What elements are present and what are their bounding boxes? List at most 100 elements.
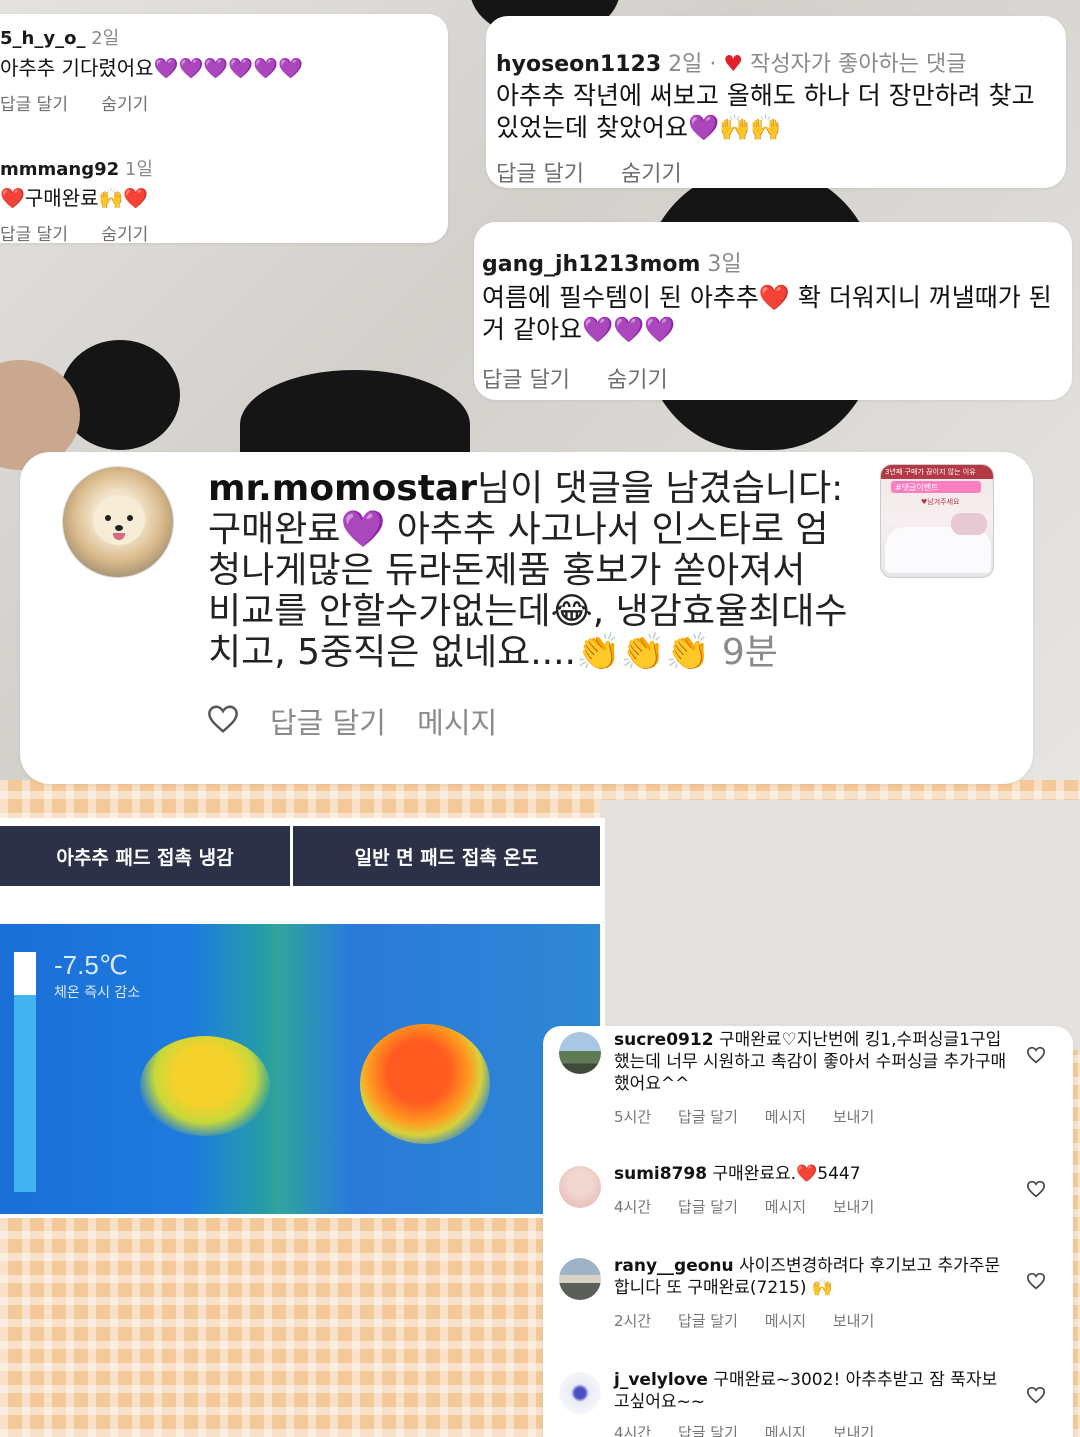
reply-button[interactable]: 답글 달기: [482, 368, 570, 393]
comment-username[interactable]: sumi8798: [614, 1164, 707, 1184]
liked-by-author-label: 작성자가 좋아하는 댓글: [750, 52, 967, 77]
comment-meta: 5시간 답글 달기 메시지 보내기: [614, 1106, 896, 1127]
comment-actions: 답글 달기 숨기기: [0, 90, 176, 115]
comment-username[interactable]: sucre0912: [614, 1030, 714, 1050]
comment-actions: 답글 달기 숨기기: [0, 220, 176, 245]
comment-username[interactable]: rany__geonu: [614, 1256, 734, 1276]
comment-time: 3일: [707, 252, 742, 277]
avatar[interactable]: [559, 1032, 601, 1074]
comment-time: 2일: [91, 28, 120, 49]
post-thumbnail[interactable]: 3년째 구매가 끊이지 않는 이유 #댓글이벤트 ♥남겨주세요: [880, 464, 994, 578]
dog-eye: [105, 515, 111, 521]
comment-username[interactable]: hyoseon1123: [496, 52, 661, 77]
separator-dot: ·: [709, 52, 717, 77]
notification-time: 9분: [721, 632, 778, 673]
thumb-caption: ♥남겨주세요: [921, 498, 960, 506]
avatar[interactable]: [559, 1258, 601, 1300]
like-heart-icon[interactable]: [1026, 1180, 1046, 1198]
comment-header: gang_jh1213mom 3일: [482, 246, 1052, 278]
temperature-caption: 체온 즉시 감소: [54, 985, 141, 1001]
thumb-pillow: [951, 513, 987, 535]
notification-text: mr.momostar님이 댓글을 남겼습니다: 구매완료💜 아추추 사고나서 …: [208, 468, 848, 673]
hide-button[interactable]: 숨기기: [621, 162, 682, 187]
comment-text: rany__geonu 사이즈변경하려다 후기보고 추가주문합니다 또 구매완료…: [614, 1255, 1009, 1299]
dog-nose: [115, 525, 123, 531]
like-heart-icon[interactable]: [1026, 1046, 1046, 1064]
send-button[interactable]: 보내기: [833, 1312, 874, 1330]
comment-list: sucre0912 구매완료♡지난번에 킹1,수퍼싱글1구입했는데 너무 시원하…: [543, 1026, 1073, 1437]
temperature-value: -7.5℃: [54, 950, 129, 980]
left-header: 아추추 패드 접촉 냉감: [0, 826, 290, 886]
reply-button[interactable]: 답글 달기: [496, 162, 584, 187]
reply-button[interactable]: 답글 달기: [678, 1312, 738, 1330]
reply-button[interactable]: 답글 달기: [0, 225, 68, 245]
comment-username[interactable]: 5_h_y_o_: [0, 28, 85, 49]
reply-button[interactable]: 답글 달기: [678, 1198, 738, 1216]
comment-text: 아추추 기다렸어요💜💜💜💜💜💜: [0, 56, 303, 80]
thermal-comparison-panel: 아추추 패드 접촉 냉감 일반 면 패드 접촉 온도 -7.5℃ 체온 즉시 감…: [0, 818, 605, 1218]
hide-button[interactable]: 숨기기: [101, 225, 148, 245]
comments-card-left: 5_h_y_o_ 2일 아추추 기다렸어요💜💜💜💜💜💜 답글 달기 숨기기 mm…: [0, 14, 448, 245]
comment-meta: 4시간 답글 달기 메시지 보내기: [614, 1196, 896, 1217]
like-heart-icon[interactable]: [1026, 1272, 1046, 1290]
comment-card-hyoseon: hyoseon1123 2일 · ♥ 작성자가 좋아하는 댓글 아추추 작년에 …: [486, 16, 1066, 188]
avatar[interactable]: [62, 466, 174, 578]
panda-eye-patch-left: [60, 340, 180, 450]
comment-body: 구매완료요.❤️5447: [712, 1164, 861, 1184]
message-button[interactable]: 메시지: [765, 1312, 806, 1330]
avatar[interactable]: [559, 1372, 601, 1414]
like-heart-icon[interactable]: [1026, 1386, 1046, 1404]
comment-time: 2시간: [614, 1312, 652, 1330]
cool-handprint: [140, 1036, 270, 1136]
comment-username[interactable]: gang_jh1213mom: [482, 252, 700, 277]
comment-text: 여름에 필수템이 된 아추추❤️ 확 더워지니 꺼낼때가 된거 같아요💜💜💜: [482, 283, 1052, 344]
comment-text: sumi8798 구매완료요.❤️5447: [614, 1163, 1009, 1185]
notification-username[interactable]: mr.momostar: [208, 468, 477, 509]
avatar[interactable]: [559, 1166, 601, 1208]
comment-time: 4시간: [614, 1424, 652, 1437]
thumb-title: 3년째 구매가 끊이지 않는 이유: [885, 468, 976, 476]
warm-handprint: [360, 1024, 490, 1144]
comment-time: 2일: [668, 52, 703, 77]
comment-header: hyoseon1123 2일 · ♥ 작성자가 좋아하는 댓글: [496, 46, 1046, 78]
comment-notification[interactable]: mr.momostar님이 댓글을 남겼습니다: 구매완료💜 아추추 사고나서 …: [20, 452, 1033, 784]
background-sheet: [600, 800, 1080, 1050]
send-button[interactable]: 보내기: [833, 1424, 874, 1437]
hide-button[interactable]: 숨기기: [607, 368, 668, 393]
comment-text: j_velylove 구매완료~3002! 아추추받고 잠 푹자보고싶어요~~: [614, 1369, 1009, 1413]
reply-button[interactable]: 답글 달기: [678, 1108, 738, 1126]
comment-actions: 답글 달기 숨기기: [496, 156, 1046, 188]
message-button[interactable]: 메시지: [765, 1108, 806, 1126]
hide-button[interactable]: 숨기기: [101, 95, 148, 115]
comment-username[interactable]: j_velylove: [614, 1370, 708, 1390]
comment-header: 5_h_y_o_ 2일: [0, 24, 119, 50]
comment-time: 4시간: [614, 1198, 652, 1216]
comment-username[interactable]: mmmang92: [0, 159, 119, 180]
thermal-image: -7.5℃ 체온 즉시 감소: [0, 924, 600, 1214]
heart-icon: ♥: [723, 52, 744, 77]
notification-actions: 답글 달기 메시지: [270, 700, 519, 742]
comment-time: 5시간: [614, 1108, 652, 1126]
message-button[interactable]: 메시지: [417, 706, 497, 740]
like-heart-icon[interactable]: [206, 704, 240, 734]
comment-actions: 답글 달기 숨기기: [482, 362, 1052, 394]
thumb-event: #댓글이벤트: [895, 483, 939, 492]
reply-button[interactable]: 답글 달기: [270, 706, 386, 740]
comment-text: ❤️구매완료🙌❤️: [0, 186, 149, 210]
send-button[interactable]: 보내기: [833, 1108, 874, 1126]
comment-text: 아추추 작년에 써보고 올해도 하나 더 장만하려 찾고 있었는데 찾았어요💜🙌…: [496, 81, 1035, 142]
reply-button[interactable]: 답글 달기: [678, 1424, 738, 1437]
comment-time: 1일: [124, 159, 153, 180]
send-button[interactable]: 보내기: [833, 1198, 874, 1216]
comment-meta: 4시간 답글 달기 메시지 보내기: [614, 1422, 896, 1437]
comment-header: mmmang92 1일: [0, 155, 153, 181]
temperature-scale: [14, 952, 36, 1192]
comment-meta: 2시간 답글 달기 메시지 보내기: [614, 1310, 896, 1331]
right-header: 일반 면 패드 접촉 온도: [293, 826, 600, 886]
comment-text: sucre0912 구매완료♡지난번에 킹1,수퍼싱글1구입했는데 너무 시원하…: [614, 1029, 1009, 1095]
comment-card-gang: gang_jh1213mom 3일 여름에 필수템이 된 아추추❤️ 확 더워지…: [474, 222, 1072, 400]
message-button[interactable]: 메시지: [765, 1424, 806, 1437]
dog-eye: [127, 515, 133, 521]
reply-button[interactable]: 답글 달기: [0, 95, 68, 115]
message-button[interactable]: 메시지: [765, 1198, 806, 1216]
